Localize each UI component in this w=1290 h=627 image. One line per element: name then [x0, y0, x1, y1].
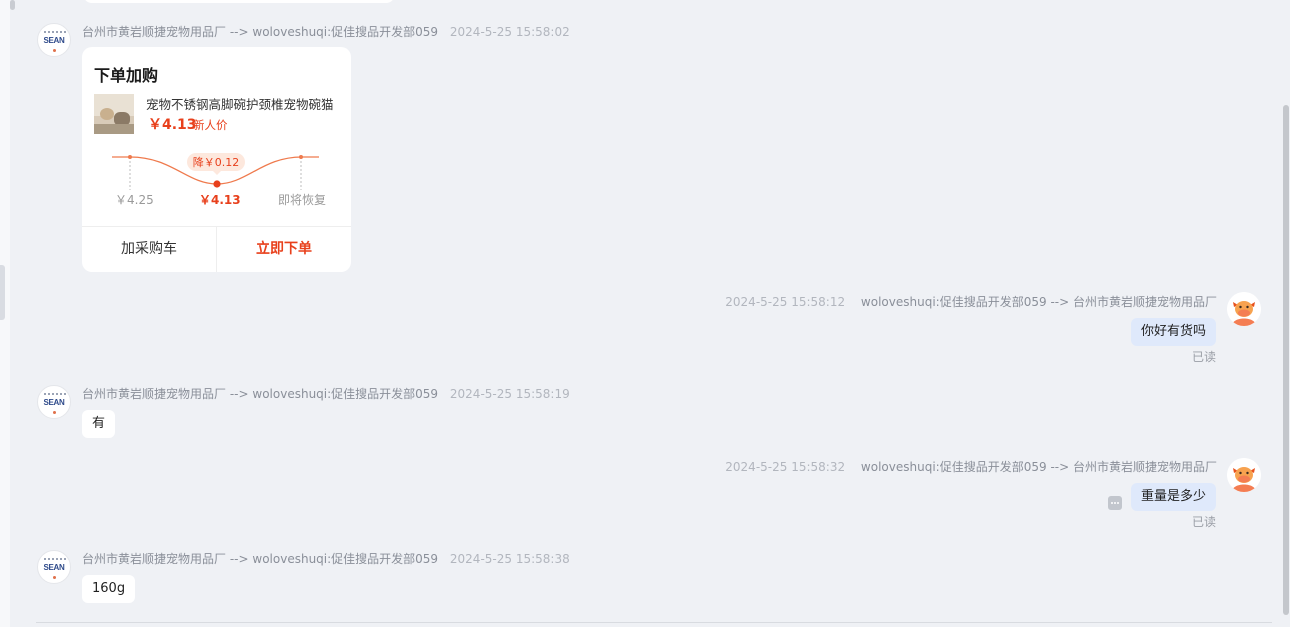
logo-dot: [53, 49, 56, 52]
input-area-divider: [36, 622, 1272, 623]
panel-collapse-handle[interactable]: [0, 265, 5, 320]
receiver-name: woloveshuqi:促佳搜品开发部059: [252, 552, 439, 566]
seller-logo-text: SEAN: [43, 36, 65, 45]
seller-logo-text: SEAN: [43, 563, 65, 572]
scroll-indicator: [10, 0, 15, 10]
add-to-cart-button[interactable]: 加采购车: [82, 227, 216, 272]
receiver-name: woloveshuqi:促佳搜品开发部059: [252, 387, 439, 401]
scrollbar-thumb[interactable]: [1283, 105, 1289, 615]
receiver-name: woloveshuqi:促佳搜品开发部059: [252, 25, 439, 39]
seller-avatar[interactable]: SEAN: [37, 385, 71, 419]
sender-name: woloveshuqi:促佳搜品开发部059: [860, 460, 1047, 474]
message-time: 2024-5-25 15:58:38: [449, 552, 570, 566]
message-bubble[interactable]: 有: [82, 410, 116, 438]
message-bubble[interactable]: 160g: [82, 575, 136, 603]
buyer-avatar[interactable]: [1227, 292, 1261, 326]
message-meta: 台州市黄岩顺捷宠物用品厂 --> woloveshuqi:促佳搜品开发部059 …: [82, 550, 570, 567]
arrow-separator: -->: [1050, 295, 1070, 309]
sender-name: 台州市黄岩顺捷宠物用品厂: [82, 552, 227, 566]
product-name[interactable]: 宠物不锈钢高脚碗护颈椎宠物碗猫: [146, 94, 341, 113]
seller-logo-text: SEAN: [43, 398, 65, 407]
message-time: 2024-5-25 15:58:12: [725, 295, 846, 309]
price-after: 即将恢复: [278, 193, 327, 207]
message-meta: 2024-5-25 15:58:32 woloveshuqi:促佳搜品开发部05…: [725, 458, 1217, 475]
more-options-icon[interactable]: [1108, 496, 1122, 510]
drop-badge-pointer: [213, 171, 221, 175]
message-meta: 台州市黄岩顺捷宠物用品厂 --> woloveshuqi:促佳搜品开发部059 …: [82, 385, 570, 402]
message-meta: 台州市黄岩顺捷宠物用品厂 --> woloveshuqi:促佳搜品开发部059 …: [82, 23, 570, 40]
arrow-separator: -->: [229, 552, 249, 566]
sender-name: woloveshuqi:促佳搜品开发部059: [860, 295, 1047, 309]
previous-message-bubble: [83, 0, 395, 3]
arrow-separator: -->: [229, 25, 249, 39]
drop-badge: 降￥0.12: [193, 155, 240, 169]
chat-window: SEAN 台州市黄岩顺捷宠物用品厂 --> woloveshuqi:促佳搜品开发…: [0, 0, 1290, 627]
read-status: 已读: [1191, 515, 1216, 529]
price-now: ￥4.13: [199, 193, 241, 207]
order-card: 下单加购 宠物不锈钢高脚碗护颈椎宠物碗猫 ￥4.13 新人价 降￥0.12 ￥4…: [82, 47, 351, 272]
order-now-button[interactable]: 立即下单: [217, 227, 351, 272]
sender-name: 台州市黄岩顺捷宠物用品厂: [82, 25, 227, 39]
after-point: [299, 155, 303, 159]
arrow-separator: -->: [229, 387, 249, 401]
message-bubble[interactable]: 重量是多少: [1130, 483, 1216, 511]
price-tag: 新人价: [193, 118, 228, 132]
receiver-name: 台州市黄岩顺捷宠物用品厂: [1072, 295, 1217, 309]
message-meta: 2024-5-25 15:58:12 woloveshuqi:促佳搜品开发部05…: [725, 293, 1217, 310]
order-card-title: 下单加购: [94, 66, 159, 85]
now-point: [213, 180, 221, 188]
before-point: [128, 155, 132, 159]
sender-name: 台州市黄岩顺捷宠物用品厂: [82, 387, 227, 401]
seller-avatar[interactable]: SEAN: [37, 23, 71, 57]
price-before: ￥4.25: [115, 193, 154, 207]
message-bubble[interactable]: 你好有货吗: [1130, 318, 1216, 346]
receiver-name: 台州市黄岩顺捷宠物用品厂: [1072, 460, 1217, 474]
seller-avatar[interactable]: SEAN: [37, 550, 71, 584]
buyer-avatar[interactable]: [1227, 458, 1261, 492]
product-thumbnail[interactable]: [94, 94, 134, 134]
product-price: ￥4.13: [148, 117, 197, 133]
message-time: 2024-5-25 15:58:32: [725, 460, 846, 474]
read-status: 已读: [1191, 350, 1216, 364]
arrow-separator: -->: [1050, 460, 1070, 474]
message-time: 2024-5-25 15:58:19: [449, 387, 570, 401]
message-time: 2024-5-25 15:58:02: [449, 25, 570, 39]
